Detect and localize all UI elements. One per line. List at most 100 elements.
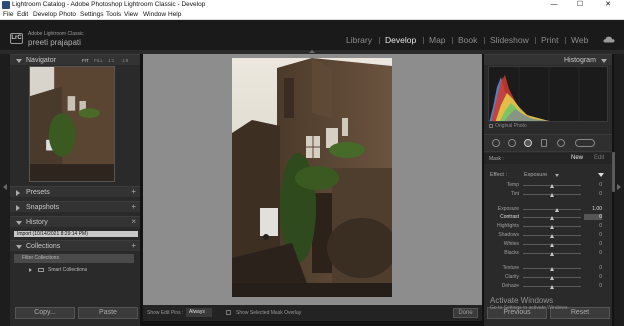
- navigator-preview[interactable]: [29, 66, 115, 182]
- clarity-value[interactable]: 0: [584, 274, 602, 280]
- menu-view[interactable]: View: [124, 11, 138, 18]
- menu-window[interactable]: Window: [143, 11, 166, 18]
- smart-collections[interactable]: Smart Collections: [14, 266, 134, 275]
- collapse-triangle-icon: [16, 221, 22, 225]
- maximize-button[interactable]: ☐: [570, 0, 590, 10]
- minimize-button[interactable]: —: [544, 0, 564, 10]
- blacks-slider-knob[interactable]: [550, 252, 554, 256]
- exposure-slider[interactable]: [523, 209, 581, 210]
- product-name: Adobe Lightroom Classic: [28, 31, 84, 37]
- add-collection-button[interactable]: +: [131, 241, 136, 250]
- exposure-value[interactable]: 1.00: [584, 206, 602, 212]
- whites-value[interactable]: 0: [584, 241, 602, 247]
- shadows-slider-knob[interactable]: [550, 234, 554, 238]
- histogram-header[interactable]: Histogram: [484, 54, 612, 65]
- collapse-effect-icon[interactable]: [598, 173, 604, 177]
- effect-select[interactable]: Exposure: [524, 172, 547, 178]
- copy-button[interactable]: Copy...: [15, 307, 75, 319]
- radial-filter-icon[interactable]: [557, 139, 565, 147]
- original-photo-toggle[interactable]: Original Photo: [489, 123, 527, 129]
- expand-triangle-icon: [16, 190, 20, 196]
- edit-pins-select[interactable]: Always: [186, 308, 212, 317]
- history-title: History: [26, 219, 48, 226]
- left-panel-toggle[interactable]: [0, 54, 10, 326]
- adjustment-brush-icon[interactable]: [575, 139, 595, 147]
- module-book[interactable]: Book: [458, 35, 477, 45]
- menu-bar: File Edit Develop Photo Settings Tools V…: [0, 10, 624, 20]
- expand-arrow-icon[interactable]: [29, 268, 32, 272]
- collapse-triangle-icon: [16, 245, 22, 249]
- contrast-value[interactable]: 0: [584, 214, 602, 220]
- zoom-1-8[interactable]: 1:8: [122, 58, 128, 63]
- activate-windows-subtitle: Go to Settings to activate Windows.: [490, 305, 569, 311]
- texture-slider-knob[interactable]: [550, 267, 554, 271]
- menu-help[interactable]: Help: [168, 11, 181, 18]
- crop-tool-icon[interactable]: [492, 139, 500, 147]
- lightroom-app-icon: [2, 1, 10, 9]
- right-panel-scrollbar[interactable]: [612, 152, 615, 192]
- navigator-header[interactable]: Navigator FIT FILL 1:1 1:8: [10, 54, 140, 65]
- user-name: preeti prajapati: [28, 38, 81, 47]
- exposure-slider-knob[interactable]: [554, 208, 559, 212]
- contrast-slider-knob[interactable]: [550, 216, 554, 220]
- main-photo[interactable]: [232, 58, 392, 297]
- highlights-slider-knob[interactable]: [550, 225, 554, 229]
- texture-value[interactable]: 0: [584, 265, 602, 271]
- paste-button[interactable]: Paste: [78, 307, 138, 319]
- zoom-fill[interactable]: FILL: [94, 58, 103, 63]
- dehaze-slider-knob[interactable]: [550, 285, 554, 289]
- menu-tools[interactable]: Tools: [106, 11, 121, 18]
- red-eye-tool-icon[interactable]: [524, 139, 532, 147]
- mask-new-button[interactable]: New: [571, 155, 583, 161]
- menu-settings[interactable]: Settings: [80, 11, 104, 18]
- histogram[interactable]: [488, 66, 608, 122]
- effect-label: Effect :: [490, 172, 508, 178]
- zoom-fit[interactable]: FIT: [82, 58, 89, 63]
- tint-slider-knob[interactable]: [550, 193, 554, 197]
- blacks-value[interactable]: 0: [584, 250, 602, 256]
- history-header[interactable]: History ×: [10, 216, 140, 227]
- temp-slider-knob[interactable]: [550, 184, 554, 188]
- blacks-label: Blacks: [504, 250, 519, 256]
- module-develop[interactable]: Develop: [385, 35, 416, 45]
- presets-header[interactable]: Presets +: [10, 186, 140, 197]
- menu-file[interactable]: File: [3, 11, 13, 18]
- tint-value[interactable]: 0: [584, 191, 602, 197]
- done-button[interactable]: Done: [453, 308, 478, 318]
- dehaze-value[interactable]: 0: [584, 283, 602, 289]
- menu-photo[interactable]: Photo: [59, 11, 76, 18]
- mask-overlay-checkbox[interactable]: [226, 310, 231, 315]
- menu-develop[interactable]: Develop: [33, 11, 57, 18]
- whites-slider-knob[interactable]: [550, 243, 554, 247]
- module-map[interactable]: Map: [429, 35, 446, 45]
- close-button[interactable]: ✕: [598, 0, 618, 10]
- clear-history-button[interactable]: ×: [131, 217, 136, 226]
- collapse-triangle-icon: [16, 59, 22, 63]
- add-snapshot-button[interactable]: +: [131, 202, 136, 211]
- filter-collections[interactable]: Filter Collections: [14, 254, 134, 263]
- collections-header[interactable]: Collections +: [10, 240, 140, 251]
- right-panel-toggle[interactable]: [614, 54, 624, 326]
- menu-edit[interactable]: Edit: [17, 11, 28, 18]
- graduated-filter-icon[interactable]: [541, 139, 547, 147]
- snapshots-header[interactable]: Snapshots +: [10, 201, 140, 212]
- shadows-value[interactable]: 0: [584, 232, 602, 238]
- module-library[interactable]: Library: [346, 35, 372, 45]
- add-preset-button[interactable]: +: [131, 187, 136, 196]
- history-item[interactable]: Import (10/14/2021 8:29:14 PM): [14, 231, 138, 237]
- spot-removal-tool-icon[interactable]: [508, 139, 516, 147]
- module-print[interactable]: Print: [541, 35, 558, 45]
- effect-dropdown-icon[interactable]: [555, 174, 559, 177]
- module-web[interactable]: Web: [571, 35, 588, 45]
- highlights-value[interactable]: 0: [584, 223, 602, 229]
- temp-value[interactable]: 0: [584, 182, 602, 188]
- cloud-icon[interactable]: [603, 36, 615, 43]
- mask-edit-button[interactable]: Edit: [594, 155, 604, 161]
- module-slideshow[interactable]: Slideshow: [490, 35, 529, 45]
- clarity-slider-knob[interactable]: [550, 276, 554, 280]
- zoom-1-1[interactable]: 1:1: [108, 58, 114, 63]
- navigator-title: Navigator: [26, 57, 56, 64]
- module-separator: [535, 37, 536, 44]
- original-photo-checkbox[interactable]: [489, 123, 493, 128]
- mask-label: Mask :: [489, 156, 504, 162]
